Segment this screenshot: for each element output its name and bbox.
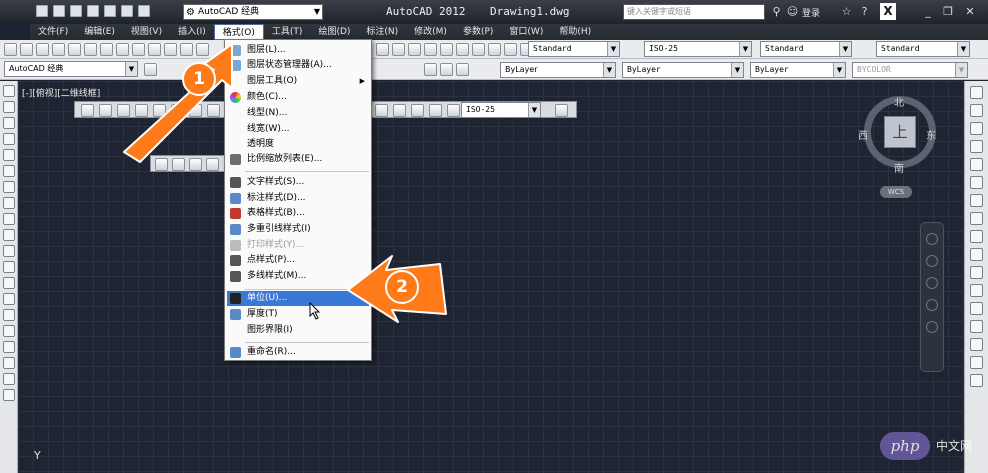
watermark-text: 中文网 — [936, 439, 973, 453]
ucs-axis-label: Y — [34, 449, 41, 462]
arrow-1-shape — [123, 43, 233, 163]
step-1-badge: 1 — [182, 62, 216, 96]
annotation-arrows — [123, 43, 447, 323]
watermark-logo: php — [880, 432, 930, 460]
mouse-cursor-icon — [309, 302, 321, 320]
autocad-window: ⚙ AutoCAD 经典 ▼ AutoCAD 2012 Drawing1.dwg… — [0, 0, 988, 473]
watermark: php 中文网 — [880, 430, 988, 464]
step-2-badge: 2 — [385, 270, 419, 304]
